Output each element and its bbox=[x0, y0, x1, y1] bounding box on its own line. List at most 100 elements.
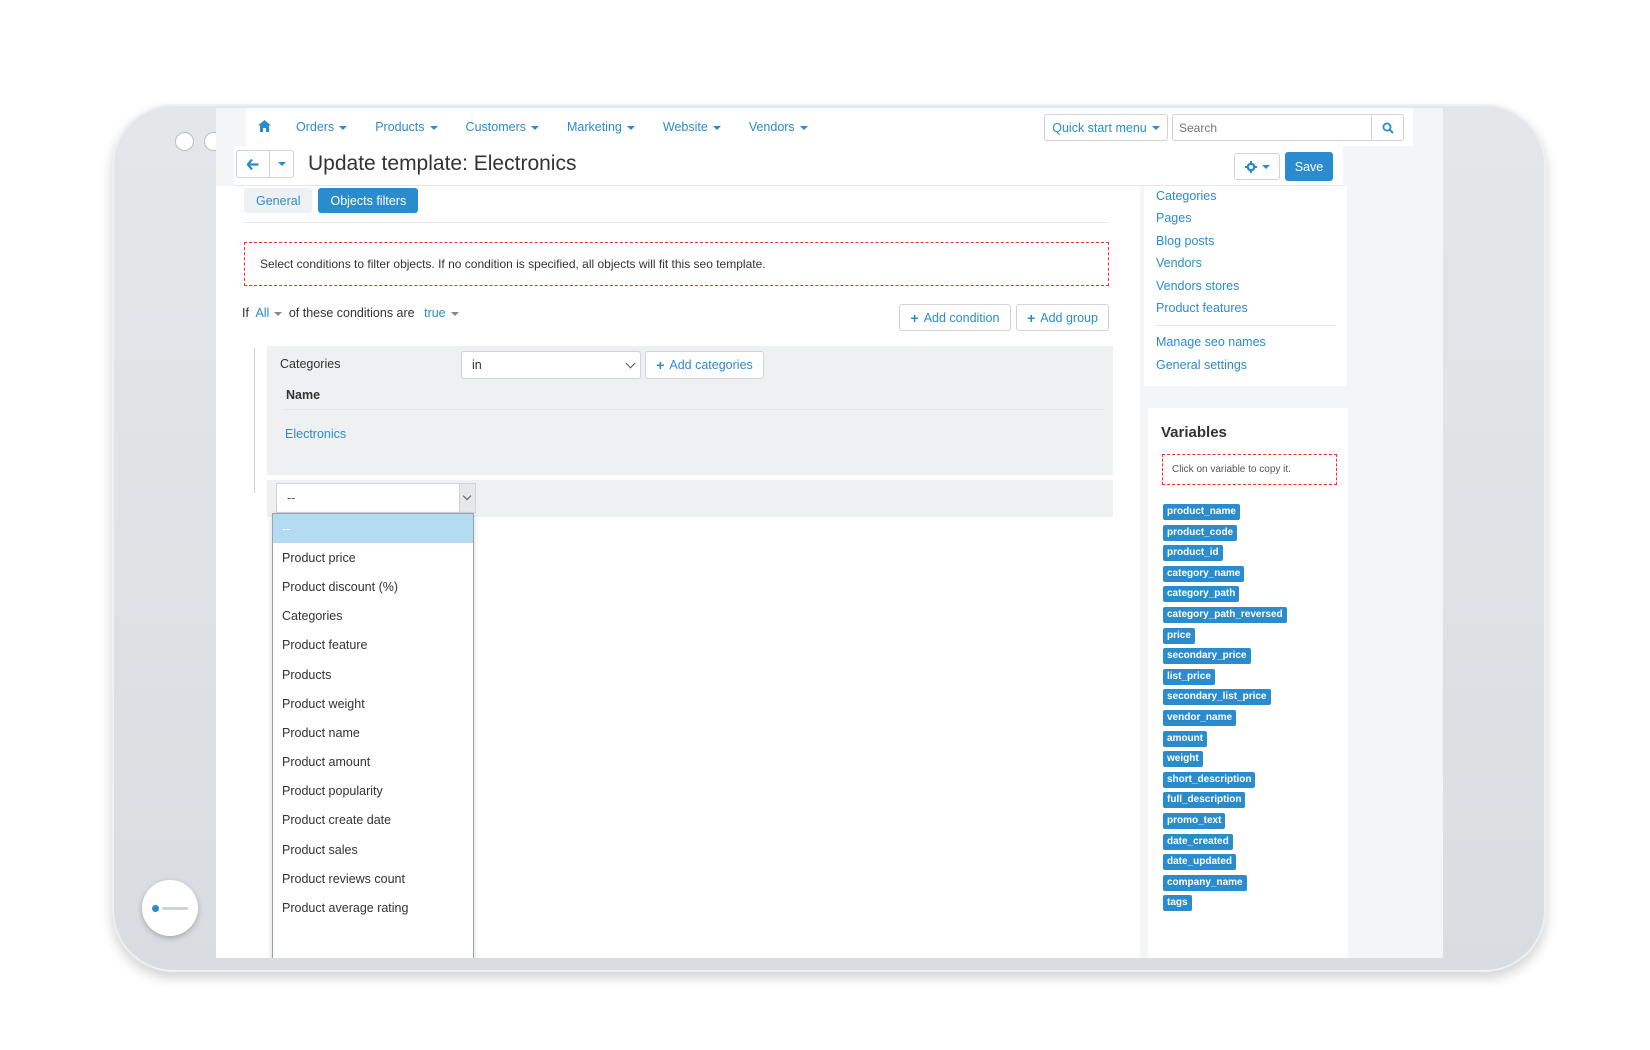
variable-tag[interactable]: full_description bbox=[1163, 792, 1246, 809]
nav-customers[interactable]: Customers bbox=[466, 120, 539, 134]
gear-icon bbox=[1244, 160, 1257, 173]
add-condition-button[interactable]: + Add condition bbox=[899, 304, 1011, 331]
nav-label: Products bbox=[375, 120, 425, 134]
dropdown-option[interactable]: Product name bbox=[273, 718, 473, 747]
dropdown-option[interactable]: Product sales bbox=[273, 835, 473, 864]
add-group-button[interactable]: + Add group bbox=[1016, 304, 1109, 331]
dropdown-option[interactable]: Product weight bbox=[273, 689, 473, 718]
all-selector[interactable]: All bbox=[255, 306, 283, 320]
variable-tag[interactable]: weight bbox=[1163, 751, 1203, 768]
nav-label: Customers bbox=[465, 120, 526, 134]
nav-orders[interactable]: Orders bbox=[296, 120, 348, 134]
dropdown-option[interactable]: Products bbox=[273, 660, 473, 689]
caret-down-icon bbox=[429, 125, 438, 130]
filter-notice: Select conditions to filter objects. If … bbox=[244, 242, 1109, 286]
dropdown-option[interactable]: Product create date bbox=[273, 806, 473, 835]
variable-tag[interactable]: list_price bbox=[1163, 668, 1215, 685]
logo-dot-icon bbox=[152, 904, 159, 912]
variable-tag[interactable]: tags bbox=[1163, 895, 1192, 912]
sidebar-item-vendors[interactable]: Vendors bbox=[1156, 256, 1202, 270]
sidebar-item-vendors-stores[interactable]: Vendors stores bbox=[1156, 279, 1239, 293]
variables-panel: Variables Click on variable to copy it. … bbox=[1148, 408, 1348, 958]
nav-vendors[interactable]: Vendors bbox=[749, 120, 808, 134]
variable-tag[interactable]: amount bbox=[1163, 730, 1208, 747]
variable-tag[interactable]: category_path bbox=[1163, 586, 1240, 603]
caret-down-icon bbox=[1261, 164, 1270, 169]
rule-middle-text: of these conditions are bbox=[288, 306, 415, 320]
page-title: Update template: Electronics bbox=[308, 152, 577, 175]
plus-icon: + bbox=[910, 309, 919, 326]
variable-tag[interactable]: secondary_list_price bbox=[1163, 689, 1271, 706]
save-button[interactable]: Save bbox=[1285, 152, 1333, 181]
add-categories-label: Add categories bbox=[669, 358, 753, 372]
search-input[interactable] bbox=[1173, 115, 1369, 140]
variable-tag[interactable]: product_id bbox=[1163, 545, 1223, 562]
variable-tag[interactable]: promo_text bbox=[1163, 812, 1226, 829]
back-button[interactable] bbox=[236, 150, 270, 178]
dropdown-option[interactable]: Product amount bbox=[273, 748, 473, 777]
main-panel: General Objects filters Select condition… bbox=[216, 186, 1140, 958]
dropdown-option[interactable]: -- bbox=[273, 514, 473, 544]
variables-title: Variables bbox=[1161, 424, 1227, 441]
caret-down-icon bbox=[1151, 125, 1160, 130]
plus-icon: + bbox=[656, 357, 665, 373]
rule-prefix: If bbox=[242, 306, 249, 320]
variable-tag[interactable]: category_name bbox=[1163, 565, 1245, 582]
variable-tag[interactable]: company_name bbox=[1163, 874, 1247, 891]
tab-bar: General Objects filters bbox=[244, 188, 419, 213]
caret-down-icon bbox=[339, 125, 348, 130]
variables-hint: Click on variable to copy it. bbox=[1162, 454, 1337, 485]
chevron-down-icon bbox=[625, 358, 636, 369]
back-dropdown-button[interactable] bbox=[270, 150, 294, 178]
caret-down-icon bbox=[799, 125, 808, 130]
caret-down-icon bbox=[712, 125, 721, 130]
window-dot[interactable] bbox=[175, 132, 194, 151]
variable-tag[interactable]: product_name bbox=[1163, 504, 1240, 520]
variable-tag[interactable]: product_code bbox=[1163, 524, 1238, 541]
true-selector[interactable]: true bbox=[424, 306, 459, 320]
variable-tag[interactable]: date_created bbox=[1163, 833, 1233, 850]
logo-text-mark bbox=[162, 906, 188, 910]
dropdown-option[interactable]: Product popularity bbox=[273, 777, 473, 806]
condition-type-select[interactable]: -- bbox=[276, 483, 476, 513]
variable-tag[interactable]: short_description bbox=[1163, 771, 1256, 788]
variable-tag[interactable]: secondary_price bbox=[1163, 648, 1251, 665]
nav-products[interactable]: Products bbox=[375, 120, 438, 134]
dropdown-option[interactable]: Product reviews count bbox=[273, 864, 473, 893]
variable-tag[interactable]: date_updated bbox=[1163, 854, 1237, 871]
tab-objects-filters[interactable]: Objects filters bbox=[318, 188, 419, 213]
dropdown-option[interactable]: Product discount (%) bbox=[273, 572, 473, 601]
tree-connector bbox=[254, 348, 255, 493]
sidebar-item-general-settings[interactable]: General settings bbox=[1156, 358, 1247, 372]
sidebar-item-manage-seo-names[interactable]: Manage seo names bbox=[1156, 335, 1266, 349]
tab-general[interactable]: General bbox=[244, 188, 313, 213]
sidebar-item-categories[interactable]: Categories bbox=[1156, 189, 1216, 203]
dropdown-option[interactable]: Product average rating bbox=[273, 893, 473, 922]
sidebar-item-pages[interactable]: Pages bbox=[1156, 211, 1191, 225]
variable-tag[interactable]: vendor_name bbox=[1163, 709, 1237, 726]
variable-tag[interactable]: category_path_reversed bbox=[1163, 606, 1287, 623]
sidebar-item-blog-posts[interactable]: Blog posts bbox=[1156, 234, 1214, 248]
nav-website[interactable]: Website bbox=[663, 120, 721, 134]
nav-marketing[interactable]: Marketing bbox=[567, 120, 635, 134]
dropdown-option[interactable]: Product price bbox=[273, 543, 473, 572]
sidebar-item-product-features[interactable]: Product features bbox=[1156, 301, 1248, 315]
quick-start-menu-button[interactable]: Quick start menu bbox=[1044, 114, 1168, 141]
true-label: true bbox=[424, 306, 446, 320]
quick-start-label: Quick start menu bbox=[1052, 120, 1147, 135]
settings-dropdown-button[interactable] bbox=[1234, 153, 1280, 180]
plus-icon: + bbox=[1027, 309, 1036, 326]
variable-tag[interactable]: price bbox=[1163, 627, 1195, 644]
table-divider bbox=[284, 409, 1104, 410]
home-icon[interactable] bbox=[246, 119, 282, 135]
sidebar-divider bbox=[1156, 325, 1336, 326]
category-link[interactable]: Electronics bbox=[285, 427, 346, 441]
dropdown-option[interactable]: Categories bbox=[273, 602, 473, 631]
chevron-down-icon[interactable] bbox=[459, 484, 475, 512]
add-categories-button[interactable]: + Add categories bbox=[645, 351, 764, 379]
nav-label: Marketing bbox=[566, 120, 622, 134]
dropdown-option[interactable]: Product feature bbox=[273, 631, 473, 660]
caret-down-icon bbox=[274, 311, 283, 316]
search-icon[interactable] bbox=[1371, 115, 1403, 140]
operator-select[interactable]: in bbox=[461, 351, 641, 379]
